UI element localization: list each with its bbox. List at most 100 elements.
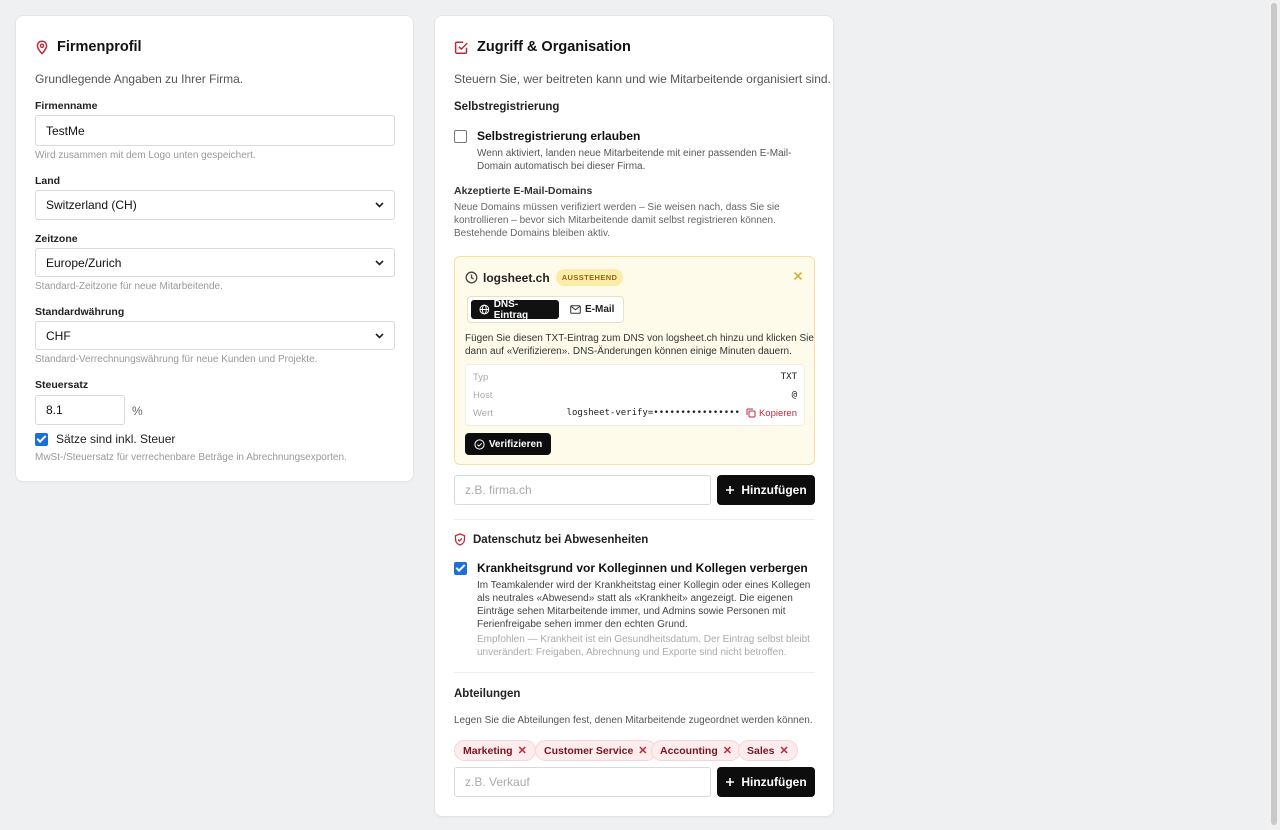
timezone-hint: Standard-Zeitzone für neue Mitarbeitende… (35, 281, 223, 292)
clock-icon (465, 271, 478, 284)
department-input-placeholder: z.B. Verkauf (465, 775, 530, 789)
scrollbar-thumb[interactable] (1271, 3, 1277, 825)
department-tag-label: Accounting (660, 744, 718, 757)
close-icon[interactable] (793, 271, 803, 281)
departments-desc: Legen Sie die Abteilungen fest, denen Mi… (454, 715, 813, 726)
access-card: Zugriff & Organisation Steuern Sie, wer … (434, 15, 834, 817)
timezone-select[interactable]: Europe/Zurich (35, 248, 395, 277)
pending-status-badge: AUSSTEHEND (555, 269, 624, 286)
dns-instructions: Fügen Sie diesen TXT-Eintrag zum DNS von… (465, 332, 814, 358)
remove-tag-icon[interactable]: ✕ (638, 744, 647, 757)
check-square-icon (454, 41, 468, 54)
dns-host-value: @ (791, 390, 797, 400)
dns-type-value: TXT (780, 372, 797, 382)
chevron-down-icon (375, 332, 384, 339)
company-name-value: TestMe (46, 123, 85, 138)
dns-value-key: Wert (473, 407, 493, 419)
tax-label: Steuersatz (35, 379, 89, 391)
domains-heading: Akzeptierte E-Mail-Domains (454, 185, 593, 197)
selfreg-heading: Selbstregistrierung (454, 101, 560, 113)
company-name-input[interactable]: TestMe (35, 115, 395, 146)
privacy-heading: Datenschutz bei Abwesenheiten (473, 533, 649, 546)
privacy-desc-line: Ferienfreigabe sehen immer den echten Gr… (477, 619, 688, 630)
verify-label: Verifizieren (488, 438, 543, 450)
privacy-desc-line: als neutrales «Abwesend» statt als «Kran… (477, 593, 793, 604)
company-name-hint: Wird zusammen mit dem Logo unten gespeic… (35, 150, 256, 161)
chevron-down-icon (375, 259, 384, 266)
domains-desc-line: Neue Domains müssen verifiziert werden –… (454, 202, 780, 213)
dns-row-host: Host @ (473, 388, 797, 402)
chevron-down-icon (375, 202, 384, 208)
shield-check-icon (454, 533, 466, 546)
currency-hint: Standard-Verrechnungswährung für neue Ku… (35, 354, 318, 365)
domains-desc: Neue Domains müssen verifiziert werden –… (454, 201, 780, 240)
country-select[interactable]: Switzerland (CH) (35, 190, 395, 220)
tab-dns[interactable]: DNS-Eintrag (471, 299, 559, 321)
currency-value: CHF (46, 328, 71, 343)
add-department-label: Hinzufügen (741, 775, 807, 789)
tax-unit: % (132, 404, 143, 418)
departments-heading: Abteilungen (454, 688, 521, 700)
privacy-desc-line: Im Teamkalender wird der Krankheitstag e… (477, 580, 811, 591)
pending-domain-name: logsheet.ch (483, 270, 550, 285)
privacy-checkbox[interactable] (454, 562, 467, 575)
map-pin-icon (36, 39, 48, 55)
tab-email[interactable]: E-Mail (562, 300, 622, 319)
company-profile-title: Firmenprofil (35, 39, 142, 55)
verification-method-tabs: DNS-Eintrag E-Mail (467, 296, 624, 323)
add-department-button[interactable]: Hinzufügen (717, 767, 815, 797)
currency-label: Standardwährung (35, 306, 125, 318)
selfreg-desc-line: Domain automatisch bei dieser Firma. (477, 161, 646, 172)
page-scrollbar[interactable] (1268, 0, 1280, 830)
department-input[interactable]: z.B. Verkauf (454, 767, 711, 797)
access-subtitle: Steuern Sie, wer beitreten kann und wie … (454, 72, 831, 86)
verify-button[interactable]: Verifizieren (465, 433, 551, 455)
privacy-note-line: unverändert: Freigaben, Abrechnung und E… (477, 647, 787, 658)
domain-input[interactable]: z.B. firma.ch (454, 475, 711, 505)
domains-desc-line: Bestehende Domains bleiben aktiv. (454, 228, 611, 239)
remove-tag-icon[interactable]: ✕ (723, 744, 732, 757)
access-title: Zugriff & Organisation (454, 39, 631, 55)
dns-instructions-line: dann auf «Verifizieren». DNS-Änderungen … (465, 346, 792, 357)
tax-hint: MwSt-/Steuersatz für verrechenbare Beträ… (35, 452, 347, 463)
department-tag: Sales ✕ (738, 740, 798, 761)
check-circle-icon (474, 438, 485, 450)
copy-button[interactable]: Kopieren (746, 408, 797, 419)
timezone-label: Zeitzone (35, 233, 78, 245)
dns-record-box: Typ TXT Host @ Wert logsheet-verify=••••… (465, 364, 805, 426)
tax-input[interactable]: 8.1 (35, 395, 125, 425)
department-tag: Customer Service ✕ (535, 740, 657, 761)
mail-icon (570, 305, 581, 314)
divider (454, 519, 815, 520)
dns-value-value: logsheet-verify=•••••••••••••••• (566, 408, 740, 418)
company-profile-card: Firmenprofil Grundlegende Angaben zu Ihr… (15, 15, 414, 482)
globe-icon (479, 304, 490, 315)
privacy-note: Empfohlen — Krankheit ist ein Gesundheit… (477, 633, 810, 659)
privacy-note-line: Empfohlen — Krankheit ist ein Gesundheit… (477, 634, 810, 645)
dns-value-group: logsheet-verify=•••••••••••••••• Kopiere… (567, 408, 797, 419)
dns-row-value: Wert logsheet-verify=•••••••••••••••• Ko… (473, 406, 797, 420)
department-tag-label: Customer Service (544, 744, 634, 757)
plus-icon (726, 778, 735, 786)
selfreg-checkbox[interactable] (454, 130, 467, 143)
copy-icon (746, 408, 756, 418)
add-domain-button[interactable]: Hinzufügen (717, 475, 815, 505)
dns-type-key: Typ (473, 371, 489, 383)
country-label: Land (35, 175, 61, 187)
remove-tag-icon[interactable]: ✕ (779, 744, 788, 757)
company-profile-title-text: Firmenprofil (57, 39, 142, 55)
privacy-label[interactable]: Krankheitsgrund vor Kolleginnen und Koll… (477, 561, 808, 575)
divider (454, 672, 815, 673)
dns-row-type: Typ TXT (473, 370, 797, 384)
department-tag: Accounting ✕ (651, 740, 741, 761)
tax-incl-row[interactable]: Sätze sind inkl. Steuer (35, 432, 175, 446)
country-value: Switzerland (CH) (46, 198, 137, 212)
domain-input-placeholder: z.B. firma.ch (465, 483, 532, 497)
currency-select[interactable]: CHF (35, 321, 395, 350)
remove-tag-icon[interactable]: ✕ (518, 744, 527, 757)
pending-domain-header: logsheet.ch AUSSTEHEND (465, 269, 624, 286)
privacy-heading-row: Datenschutz bei Abwesenheiten (454, 533, 648, 546)
tax-incl-checkbox[interactable] (35, 432, 48, 446)
selfreg-desc: Wenn aktiviert, landen neue Mitarbeitend… (477, 147, 791, 173)
selfreg-label[interactable]: Selbstregistrierung erlauben (477, 129, 640, 143)
